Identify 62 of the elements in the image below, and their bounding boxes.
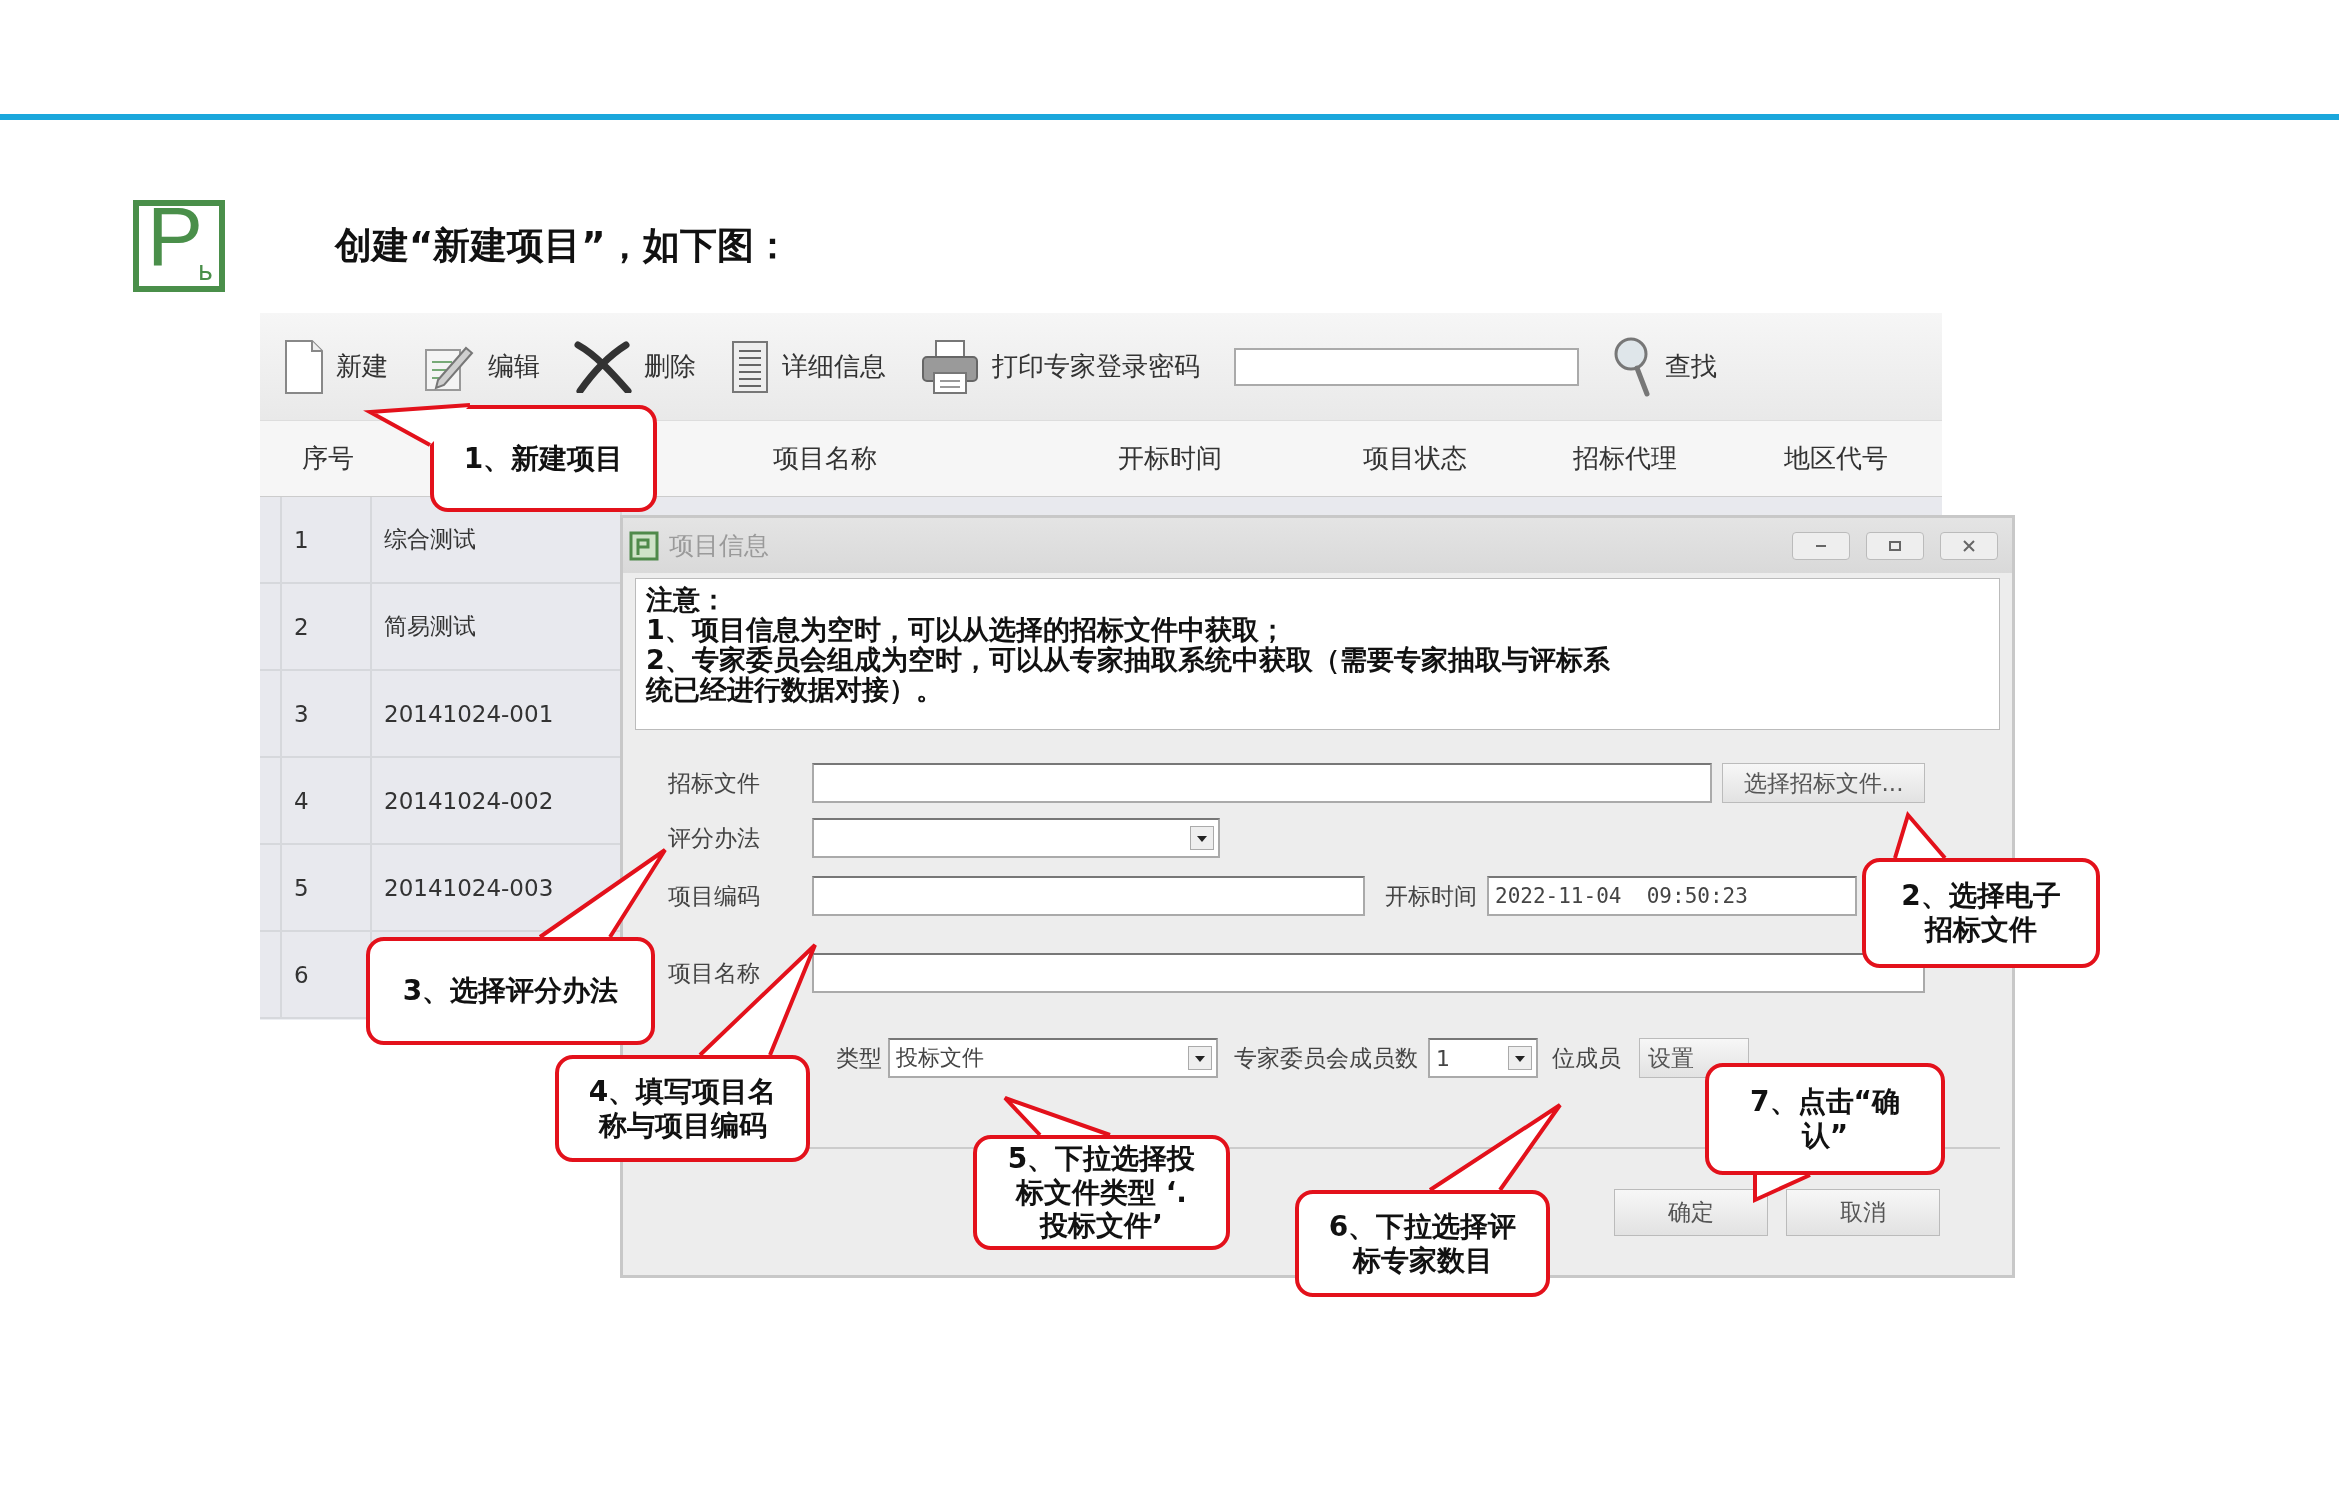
table-cell: 20141024-001: [384, 700, 554, 727]
maximize-icon: [1888, 538, 1902, 553]
toolbar-button[interactable]: 详细信息: [724, 338, 892, 395]
column-header: 项目名称: [773, 442, 877, 475]
field-label: 项目编码: [668, 881, 761, 911]
callout-pointer: [1753, 1173, 1811, 1204]
dropdown-field[interactable]: 投标文件: [888, 1038, 1218, 1078]
toolbar-button[interactable]: 编辑: [416, 339, 546, 394]
search-field[interactable]: [1234, 347, 1579, 386]
date-time-field[interactable]: 2022-11-04 09:50:23: [1487, 876, 1857, 916]
field-label: 开标时间: [1385, 881, 1477, 911]
dropdown-field[interactable]: 1: [1428, 1038, 1538, 1078]
table-cell: 4: [280, 758, 370, 843]
column-header: 地区代号: [1784, 442, 1888, 475]
callout-pointer: [1893, 810, 1947, 860]
dialog-button[interactable]: 确定: [1614, 1189, 1768, 1236]
dialog-button[interactable]: 取消: [1786, 1189, 1940, 1236]
input-field[interactable]: [812, 763, 1712, 803]
choose-file-button[interactable]: 选择招标文件...: [1722, 763, 1925, 803]
input-field[interactable]: [812, 876, 1365, 916]
close-icon: [1962, 538, 1976, 553]
table-cell-text: 简易测试: [384, 612, 476, 641]
notice-text: 统已经进行数据对接）。: [646, 675, 944, 705]
table-cell: 5: [280, 845, 370, 930]
column-header: 序号: [301, 442, 354, 475]
toolbar-button[interactable]: 删除: [568, 340, 702, 393]
table-cell: 3: [280, 671, 370, 756]
callout-box: 7、点击“确认”: [1705, 1063, 1945, 1175]
table-cell: 2: [280, 584, 370, 669]
field-label: 专家委员会成员数: [1234, 1043, 1418, 1073]
toolbar-button[interactable]: 打印专家登录密码: [914, 338, 1206, 395]
field-label: 评分办法: [668, 823, 761, 853]
callout-box: 2、选择电子招标文件: [1862, 858, 2100, 968]
field-label: 项目名称: [668, 958, 761, 988]
window-title: 项目信息: [669, 530, 769, 562]
search-icon: [1613, 335, 1653, 398]
minimize-icon: [1816, 544, 1826, 547]
printer-icon: [920, 338, 980, 395]
dropdown-field[interactable]: [812, 818, 1220, 858]
notice-text: 1、项目信息为空时，可以从选择的招标文件中获取；: [646, 615, 1287, 645]
field-label: 招标文件: [668, 768, 761, 798]
notice-text: 注意：: [646, 585, 728, 615]
list-document-icon: [730, 338, 770, 395]
table-cell: 20141024-002: [384, 787, 554, 814]
document-icon: [284, 338, 324, 395]
cross-icon: [574, 340, 632, 393]
table-cell-text: 综合测试: [384, 525, 476, 554]
callout-box: 1、新建项目: [430, 405, 657, 512]
maximize-button[interactable]: [1866, 531, 1924, 560]
notice-text: 2、专家委员会组成为空时，可以从专家抽取系统中获取（需要专家抽取与评标系: [646, 645, 1611, 675]
app-icon: [629, 530, 659, 561]
column-header: 项目状态: [1363, 442, 1467, 475]
field-label: 位成员: [1552, 1043, 1621, 1073]
table-cell: 1: [280, 497, 370, 582]
close-button[interactable]: [1940, 531, 1998, 560]
search-button[interactable]: 查找: [1607, 335, 1723, 398]
column-header: 开标时间: [1118, 442, 1222, 475]
field-label: 类型: [835, 1043, 883, 1073]
toolbar-button[interactable]: 新建: [278, 338, 394, 395]
slide-heading: 创建“新建项目”，如下图：: [335, 223, 791, 269]
table-cell: 20141024-003: [384, 874, 554, 901]
column-header: 招标代理: [1573, 442, 1677, 475]
